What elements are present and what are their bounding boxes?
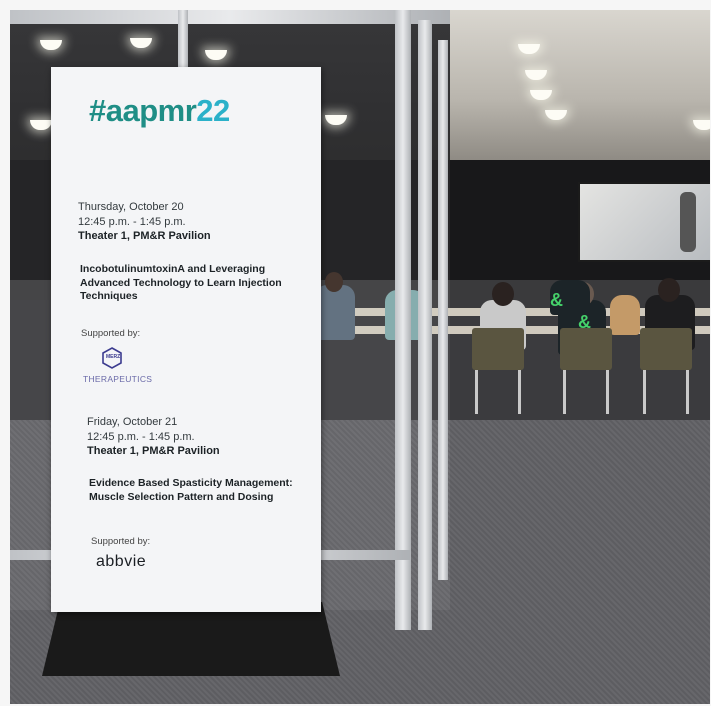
session1-location: Theater 1, PM&R Pavilion — [78, 230, 211, 242]
attendee-head — [658, 278, 680, 302]
partition-post — [418, 20, 432, 630]
event-hashtag: #aapmr22 — [89, 93, 230, 129]
photo-scene: & & #aapmr22 Thursday, October 20 12:45 … — [10, 10, 710, 704]
session1-time: 12:45 p.m. - 1:45 p.m. — [78, 216, 186, 228]
hashtag-text: #aapmr — [89, 93, 197, 128]
event-sign: #aapmr22 Thursday, October 20 12:45 p.m.… — [51, 67, 321, 612]
attendee-head — [492, 282, 514, 306]
chair — [472, 328, 524, 414]
ampersand-symbol: & — [578, 312, 591, 332]
partition-post — [178, 10, 188, 70]
session2-date: Friday, October 21 — [87, 416, 178, 428]
session2-location: Theater 1, PM&R Pavilion — [87, 445, 220, 457]
session2-supported-by: Supported by: — [91, 536, 151, 547]
abbvie-logo-text: abbvie — [96, 553, 147, 570]
hashtag-year: 22 — [196, 93, 230, 128]
projection-screen — [578, 182, 710, 262]
session2-title: Evidence Based Spasticity Management: Mu… — [89, 477, 293, 503]
attendee-bag — [610, 295, 640, 335]
partition-post — [438, 40, 448, 580]
session1-supported-by: Supported by: — [81, 328, 141, 339]
partition-frame-top — [10, 10, 450, 24]
sign-stand-base — [42, 602, 340, 676]
merz-badge-text: MERZ — [106, 354, 121, 360]
hall-ceiling — [450, 10, 710, 160]
session1-date: Thursday, October 20 — [78, 201, 184, 213]
ampersand-symbol: & — [550, 290, 563, 310]
chair — [640, 328, 692, 414]
merz-logo-text: THERAPEUTICS — [83, 374, 153, 384]
chair — [560, 328, 612, 414]
session1-title: IncobotulinumtoxinA and Leveraging Advan… — [80, 263, 282, 302]
partition-post — [395, 10, 411, 630]
session2-time: 12:45 p.m. - 1:45 p.m. — [87, 431, 195, 443]
